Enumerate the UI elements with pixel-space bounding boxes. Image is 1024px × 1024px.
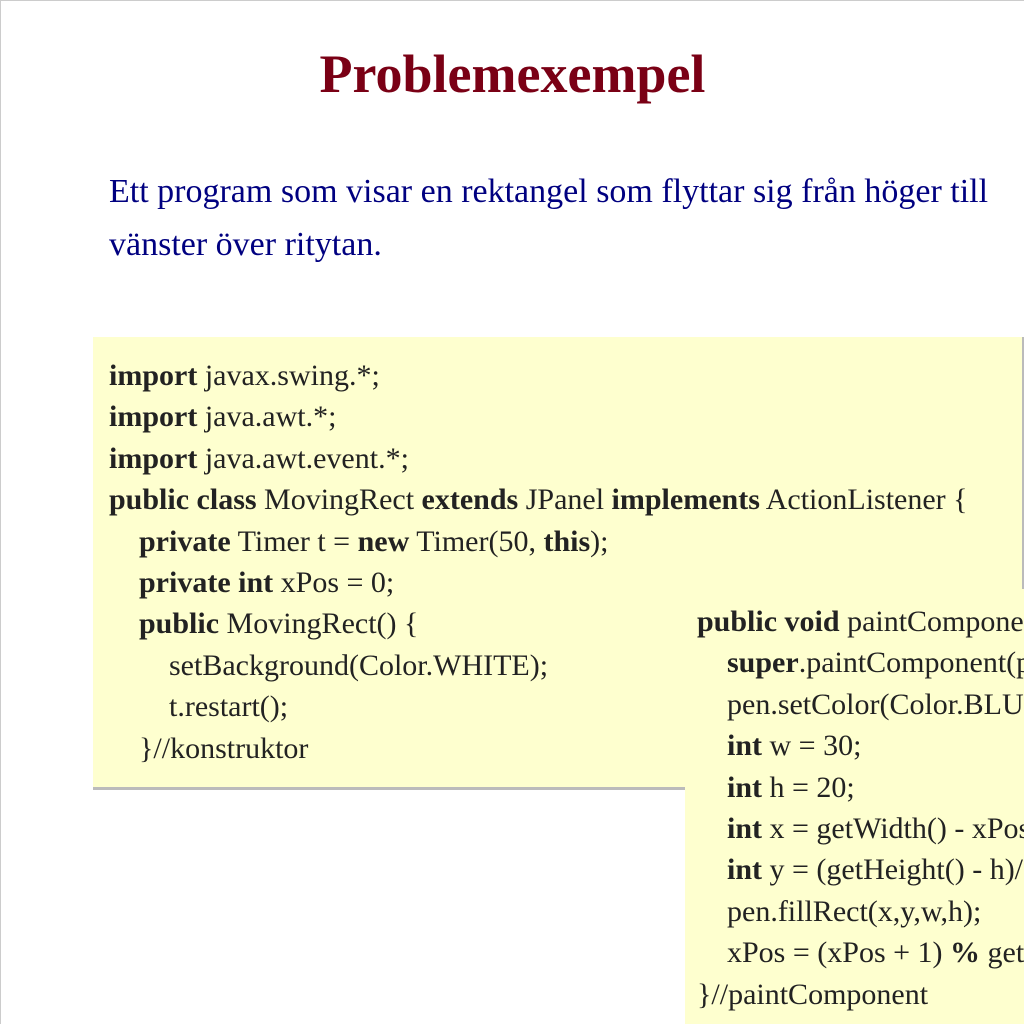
kw-import-3: import [109,442,197,475]
code-text: y = (getHeight() - h)/2; [762,853,1024,886]
code-text: xPos = 0; [273,566,394,599]
code-text: }//paintComponent [697,978,928,1011]
code-text: x = getWidth() - xPos; [762,812,1024,845]
kw-import-1: import [109,359,197,392]
code-text: w = 30; [762,729,861,762]
code-text: pen.setColor(Color.BLUE); [727,688,1024,721]
kw-int-x: int [727,812,762,845]
kw-int-w: int [727,729,762,762]
kw-super: super [727,646,799,679]
code-text: java.awt.*; [197,400,336,433]
kw-private-int: private int [139,566,273,599]
kw-public-class: public class [109,483,257,516]
code-text: .paintComponent(pen); [799,646,1024,679]
code-text: getWidth(); [980,936,1024,969]
code-text: paintComponent(Graphics pen) { [840,605,1024,638]
code-text: h = 20; [762,771,855,804]
code-text: setBackground(Color.WHITE); [169,649,548,682]
code-text: java.awt.event.*; [197,442,409,475]
slide-description: Ett program som visar en rektangel som f… [109,166,1024,271]
code-block-right: public void paintComponent(Graphics pen)… [685,589,1024,1024]
code-text: JPanel [518,483,611,516]
code-text: xPos = (xPos + 1) [727,936,950,969]
code-text: javax.swing.*; [197,359,379,392]
kw-int-h: int [727,771,762,804]
kw-extends: extends [422,483,519,516]
slide-page: Problemexempel Ett program som visar en … [0,0,1024,1024]
code-text: Timer(50, [409,525,543,558]
kw-public-void: public void [697,605,840,638]
kw-import-2: import [109,400,197,433]
code-text: }//konstruktor [139,732,308,765]
kw-implements: implements [612,483,760,516]
code-text: Timer t = [231,525,358,558]
code-text: ); [590,525,608,558]
kw-new: new [358,525,410,558]
code-text: MovingRect() { [219,607,418,640]
kw-private: private [139,525,231,558]
code-text: t.restart(); [169,690,288,723]
code-text: ActionListener { [760,483,968,516]
code-text: MovingRect [257,483,422,516]
kw-mod: % [950,936,980,969]
code-text: pen.fillRect(x,y,w,h); [727,895,981,928]
kw-this: this [543,525,590,558]
slide-title: Problemexempel [1,43,1024,105]
kw-public: public [139,607,219,640]
kw-int-y: int [727,853,762,886]
